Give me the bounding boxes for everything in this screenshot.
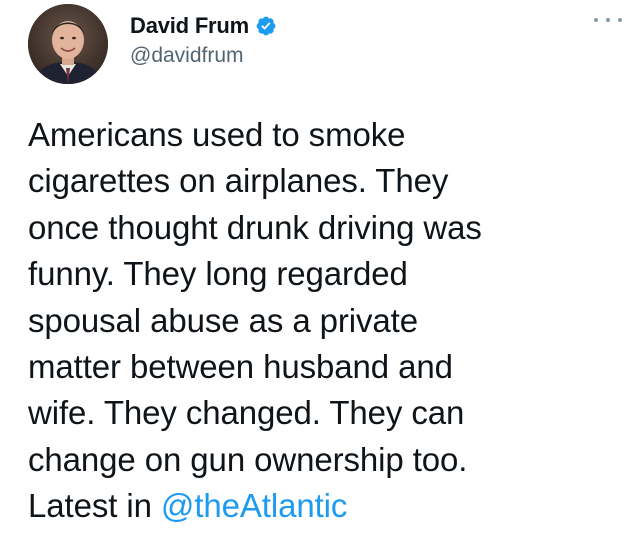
tweet-line: once thought drunk driving was [28, 208, 482, 246]
author-info: David Frum @davidfrum [130, 10, 277, 68]
tweet-line: Americans used to smoke [28, 116, 406, 153]
tweet-card: David Frum @davidfrum Americans used to … [0, 0, 642, 549]
tweet-last-line: Latest in @theAtlantic [28, 483, 628, 529]
avatar[interactable] [28, 4, 108, 84]
tweet-line: cigarettes on airplanes. They [28, 162, 449, 200]
more-dot [618, 18, 622, 22]
more-dot [594, 18, 598, 22]
tweet-header: David Frum @davidfrum [28, 4, 622, 84]
verified-badge-icon [255, 15, 277, 37]
tweet-text: Americans used to smoke cigarettes on ai… [28, 112, 628, 530]
more-dot [606, 18, 610, 22]
tweet-last-line-prefix: Latest in [28, 487, 161, 525]
author-handle[interactable]: @davidfrum [130, 44, 277, 68]
tweet-line: matter between husband and [28, 348, 453, 386]
author-display-name[interactable]: David Frum [130, 13, 249, 39]
avatar-photo [28, 4, 108, 84]
tweet-line: funny. They long regarded [28, 255, 408, 293]
tweet-line: change on gun ownership too. [28, 440, 468, 478]
tweet-line: wife. They changed. They can [28, 394, 465, 432]
author-name-row: David Frum [130, 10, 277, 42]
mention-link[interactable]: @theAtlantic [161, 487, 348, 524]
tweet-line: spousal abuse as a private [28, 301, 418, 339]
more-options-icon[interactable] [594, 10, 622, 30]
